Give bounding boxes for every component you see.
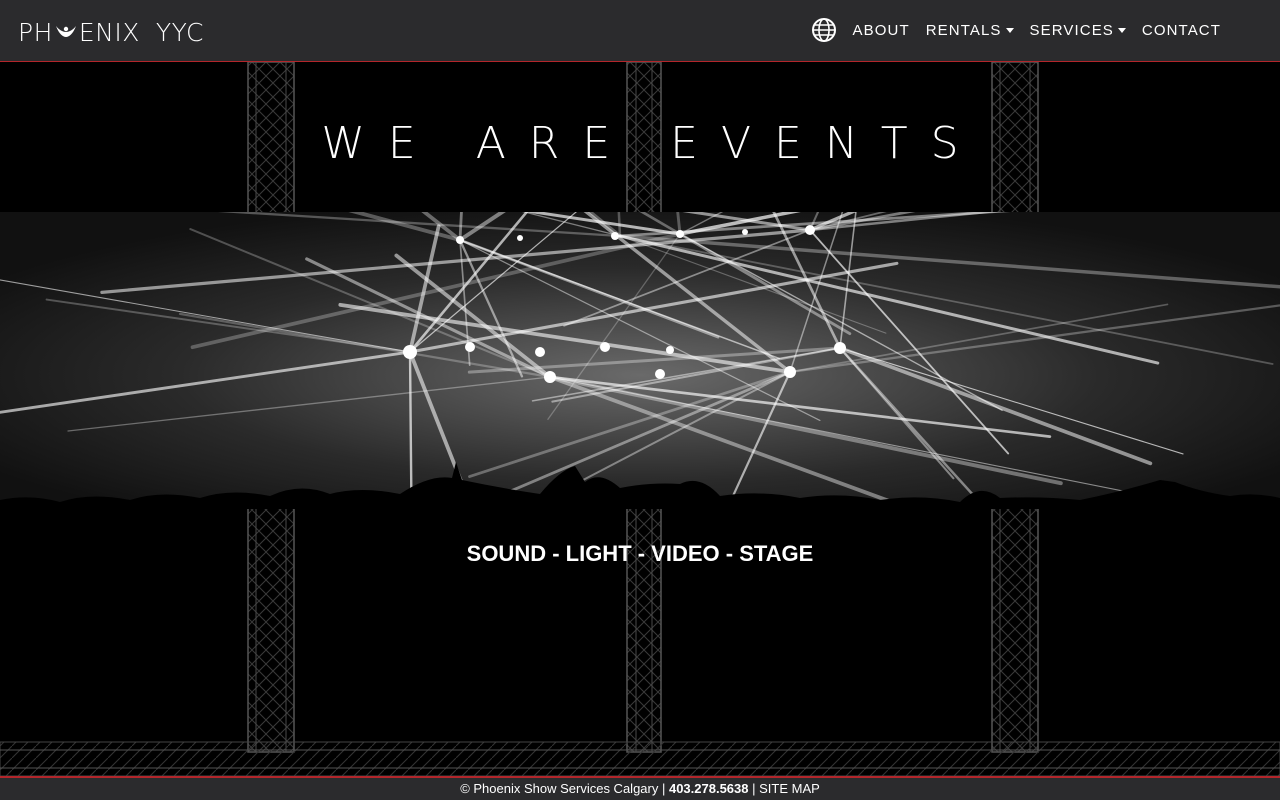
phoenix-logo-icon (55, 26, 76, 37)
nav-contact-label: CONTACT (1141, 21, 1221, 39)
concert-hero-image (0, 212, 1280, 509)
hero-headline: WE ARE EVENTS (321, 118, 982, 169)
footer-phone[interactable]: 403.278.5638 (669, 781, 749, 796)
nav-about[interactable]: ABOUT (853, 22, 910, 39)
footer-copyright: © Phoenix Show Services Calgary | (460, 781, 666, 796)
footer: © Phoenix Show Services Calgary | 403.27… (0, 776, 1280, 800)
logo-text-city: YYC (155, 17, 205, 47)
nav-contact[interactable]: CONTACT (1142, 22, 1221, 39)
caret-down-icon (1117, 27, 1126, 33)
nav-rentals-dropdown[interactable]: RENTALS (926, 22, 1014, 39)
site-logo[interactable]: PH ENIX YYC (18, 17, 205, 47)
nav-services-dropdown[interactable]: SERVICES (1030, 22, 1126, 39)
top-navbar: PH ENIX YYC ABOUT RENTALS SERVICES CONTA… (0, 0, 1280, 62)
globe-icon[interactable] (811, 17, 837, 43)
nav-services-label: SERVICES (1029, 21, 1114, 39)
logo-text-ph: PH (18, 17, 53, 47)
caret-down-icon (1005, 27, 1014, 33)
nav-rentals-label: RENTALS (925, 21, 1002, 39)
footer-sitemap-link[interactable]: | SITE MAP (752, 781, 820, 796)
services-tagline: SOUND - LIGHT - VIDEO - STAGE (466, 541, 814, 566)
nav-about-label: ABOUT (852, 21, 910, 39)
logo-text-enix: ENIX (78, 17, 140, 47)
main-nav: ABOUT RENTALS SERVICES CONTACT (811, 16, 1221, 44)
